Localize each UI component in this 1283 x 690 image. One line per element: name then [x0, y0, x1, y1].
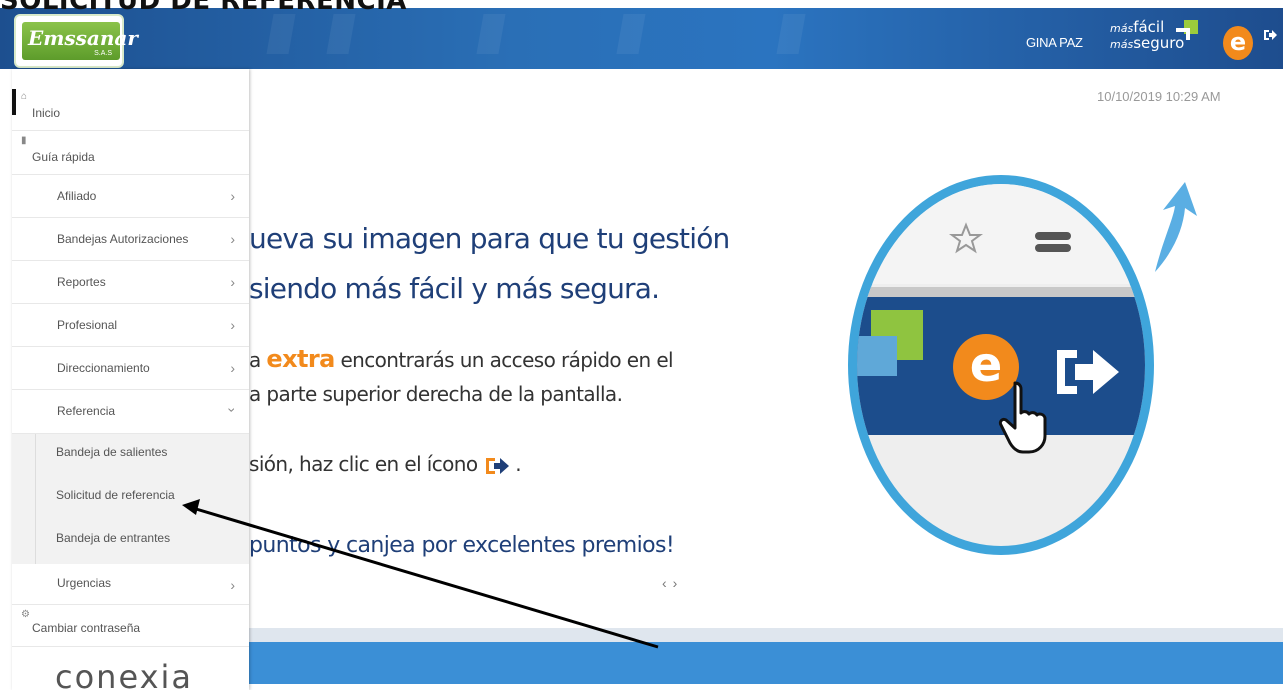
header-decoration: [326, 14, 356, 54]
logout-icon: [485, 457, 509, 474]
sidebar-item-label: Guía rápida: [32, 150, 95, 164]
sidebar-item-label: Reportes: [57, 275, 106, 289]
home-icon: ⌂: [21, 91, 28, 102]
logout-icon[interactable]: [1263, 28, 1277, 47]
logo-text: Emssanar: [28, 26, 138, 50]
slide-text: encontrarás un acceso rápido en el: [334, 348, 674, 372]
header-decoration: [616, 14, 646, 54]
header-decoration: [476, 14, 506, 54]
chevron-right-icon: ›: [230, 360, 235, 376]
star-icon: [949, 222, 983, 254]
slide-prev-button[interactable]: ‹: [662, 575, 673, 591]
sidebar-item-referencia[interactable]: Referencia ›: [12, 390, 249, 434]
slide-text: a: [249, 348, 267, 372]
top-header: Emssanar S.A.S GINA PAZ másfácil mássegu…: [0, 8, 1283, 69]
hand-cursor-icon: [998, 381, 1047, 454]
menu-icon: [1035, 232, 1071, 240]
sidebar-item-urgencias[interactable]: Urgencias ›: [12, 564, 249, 605]
submenu-item-bandeja-salientes[interactable]: Bandeja de salientes: [56, 445, 167, 459]
logout-icon: [1057, 350, 1119, 394]
book-icon: ▮: [21, 135, 27, 146]
sidebar-item-label: Bandejas Autorizaciones: [57, 232, 189, 246]
slide-headline-line2: siendo más fácil y más segura.: [249, 272, 660, 305]
slide-text-line4: a parte superior derecha de la pantalla.: [249, 382, 623, 406]
submenu-item-bandeja-entrantes[interactable]: Bandeja de entrantes: [56, 531, 170, 545]
sidebar-item-inicio[interactable]: ⌂ Inicio: [12, 87, 249, 131]
current-datetime: 10/10/2019 10:29 AM: [1097, 89, 1221, 104]
slide-text-line3: a extra encontrarás un acceso rápido en …: [249, 345, 674, 373]
annotation-arrow-line: [195, 507, 659, 649]
sidebar-item-label: Referencia: [57, 404, 116, 418]
curved-arrow-icon: [1155, 182, 1197, 272]
sidebar-item-label: Cambiar contraseña: [32, 621, 141, 635]
logo-subtext: S.A.S: [94, 50, 112, 57]
sidebar-item-bandejas-autorizaciones[interactable]: Bandejas Autorizaciones ›: [12, 218, 249, 261]
sidebar-item-label: Direccionamiento: [57, 361, 150, 375]
extra-e-icon[interactable]: e: [1223, 26, 1253, 60]
footer-band: [249, 628, 1283, 684]
sidebar-item-label: Inicio: [32, 106, 61, 120]
slide-headline-line1: ueva su imagen para que tu gestión: [249, 222, 730, 255]
illustration-browser-area: [857, 184, 1145, 284]
chevron-right-icon: ›: [230, 274, 235, 290]
chevron-right-icon: ›: [230, 188, 235, 204]
chevron-down-icon: ›: [224, 407, 241, 413]
slide-text-line6: puntos y canjea por excelentes premios!: [249, 533, 675, 558]
sidebar-menu: ⌂ Inicio ▮ Guía rápida Afiliado › Bandej…: [12, 69, 249, 690]
gear-icon: ⚙: [21, 609, 30, 620]
referencia-submenu: Bandeja de salientes Solicitud de refere…: [12, 434, 249, 564]
submenu-tree-line: [35, 434, 36, 564]
sidebar-item-profesional[interactable]: Profesional ›: [12, 304, 249, 347]
conexia-logo: conexia: [55, 658, 194, 690]
document-title: SOLICITUD DE REFERENCIA: [0, 0, 407, 16]
sidebar-item-label: Afiliado: [57, 189, 97, 203]
user-name[interactable]: GINA PAZ: [1026, 35, 1083, 50]
sidebar-item-reportes[interactable]: Reportes ›: [12, 261, 249, 304]
sidebar-item-guia-rapida[interactable]: ▮ Guía rápida: [12, 131, 249, 175]
header-decoration: [776, 14, 806, 54]
extra-highlight: extra: [266, 345, 335, 373]
slide-navigation: ‹›: [662, 575, 683, 591]
brand-slogan: másfácil másseguro: [1110, 20, 1184, 52]
magnifier-illustration: e: [848, 175, 1154, 555]
sidebar-item-direccionamiento[interactable]: Direccionamiento ›: [12, 347, 249, 390]
submenu-item-solicitud-referencia[interactable]: Solicitud de referencia: [56, 488, 175, 502]
chevron-right-icon: ›: [230, 317, 235, 333]
chevron-right-icon: ›: [230, 577, 235, 593]
slide-text: .: [509, 452, 522, 476]
chevron-right-icon: ›: [230, 231, 235, 247]
slide-text-line5: sión, haz clic en el ícono .: [249, 452, 522, 477]
slide-text: sión, haz clic en el ícono: [249, 452, 478, 476]
emssanar-logo[interactable]: Emssanar S.A.S: [14, 14, 138, 68]
slogan-prefix: más: [1110, 22, 1134, 35]
sidebar-item-label: Urgencias: [57, 576, 112, 590]
sidebar-item-afiliado[interactable]: Afiliado ›: [12, 175, 249, 218]
sidebar-item-cambiar-contrasena[interactable]: ⚙ Cambiar contraseña: [12, 605, 249, 647]
sidebar-item-label: Profesional: [57, 318, 118, 332]
illustration-flag: [857, 336, 897, 376]
brand-flag-icon: [1176, 20, 1202, 44]
slogan-prefix: más: [1110, 38, 1134, 51]
header-decoration: [266, 14, 296, 54]
slide-next-button[interactable]: ›: [673, 575, 684, 591]
illustration-bar: [857, 287, 1145, 297]
